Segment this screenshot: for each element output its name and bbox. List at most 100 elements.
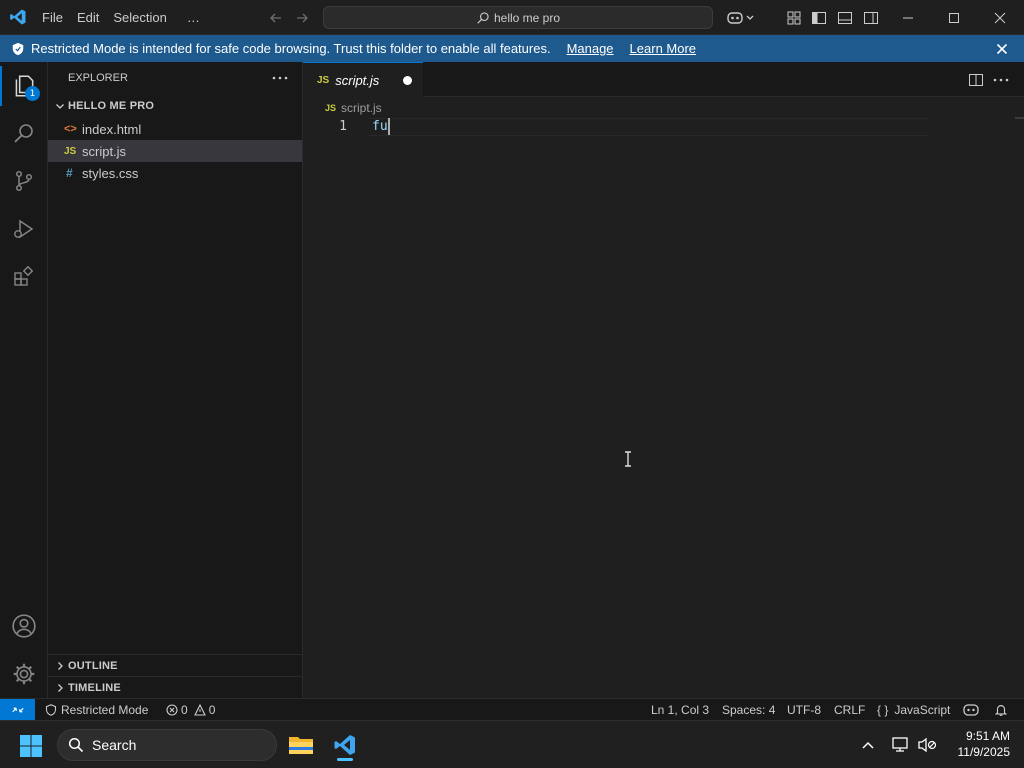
activity-explorer[interactable]: 1 (0, 62, 48, 110)
vscode-taskbar-icon[interactable] (330, 729, 360, 761)
file-name: script.js (82, 143, 127, 159)
cursor-position[interactable]: Ln 1, Col 3 (651, 699, 709, 721)
chevron-down-icon (54, 100, 66, 112)
menu-edit[interactable]: Edit (70, 0, 106, 35)
remote-icon (11, 703, 25, 717)
taskbar-search-label: Search (92, 737, 137, 753)
problems-status[interactable]: 0 0 (166, 699, 215, 721)
editor-more-actions-icon[interactable] (991, 70, 1011, 90)
breadcrumb-file: script.js (341, 101, 382, 115)
minimap-line (1015, 117, 1024, 119)
timeline-label: TIMELINE (68, 682, 121, 694)
braces-icon: { } (877, 703, 889, 717)
explorer-title: EXPLORER (68, 72, 128, 84)
error-icon (166, 704, 178, 716)
activity-extensions[interactable] (0, 253, 48, 301)
command-center-search[interactable]: hello me pro (323, 6, 713, 29)
file-name: styles.css (82, 165, 139, 181)
file-explorer-icon[interactable] (287, 731, 315, 759)
copilot-icon[interactable] (724, 7, 758, 29)
toggle-primary-sidebar-icon[interactable] (809, 8, 829, 28)
taskbar-clock[interactable]: 9:51 AM 11/9/2025 (940, 728, 1011, 760)
chevron-up-icon[interactable] (858, 735, 878, 755)
indentation-status[interactable]: Spaces: 4 (722, 699, 775, 721)
file-item-index-html[interactable]: <> index.html (48, 118, 302, 140)
search-icon (476, 11, 490, 25)
windows-taskbar: Search 9:51 AM 11/9/2025 (0, 720, 1024, 768)
mouse-ibeam-cursor-icon (621, 449, 635, 469)
active-indicator (0, 66, 2, 106)
activity-bar: 1 (0, 62, 48, 698)
banner-learn-more-link[interactable]: Learn More (630, 41, 696, 56)
js-file-icon: JS (64, 145, 77, 157)
search-icon (68, 737, 84, 753)
eol-status[interactable]: CRLF (834, 699, 865, 721)
timeline-section-header[interactable]: TIMELINE (48, 677, 302, 699)
gear-icon (11, 661, 37, 687)
explorer-badge: 1 (25, 86, 40, 101)
activity-accounts[interactable] (0, 602, 48, 650)
notifications-bell-icon[interactable] (994, 699, 1008, 721)
activity-source-control[interactable] (0, 157, 48, 205)
remote-indicator[interactable] (0, 699, 35, 721)
run-debug-icon (12, 217, 36, 241)
banner-message: Restricted Mode is intended for safe cod… (31, 41, 551, 56)
activity-run-debug[interactable] (0, 205, 48, 253)
activity-manage[interactable] (0, 650, 48, 698)
restricted-mode-status[interactable]: Restricted Mode (45, 699, 148, 721)
account-icon (11, 613, 37, 639)
restricted-mode-label: Restricted Mode (61, 703, 149, 717)
menu-more-button[interactable]: … (180, 0, 207, 35)
source-control-icon (12, 169, 36, 193)
toggle-secondary-sidebar-icon[interactable] (861, 8, 881, 28)
code-line[interactable]: fu (372, 118, 390, 136)
banner-close-icon[interactable] (993, 40, 1011, 58)
customize-layout-icon[interactable] (784, 8, 804, 28)
menu-selection[interactable]: Selection (106, 0, 173, 35)
explorer-more-actions-icon[interactable] (270, 70, 290, 86)
language-label: JavaScript (894, 703, 951, 717)
command-center-label: hello me pro (493, 10, 561, 25)
warning-icon (193, 704, 206, 716)
vscode-logo-icon (0, 0, 35, 35)
search-icon (12, 121, 36, 145)
clock-date: 11/9/2025 (957, 745, 1011, 759)
toggle-panel-icon[interactable] (835, 8, 855, 28)
file-item-styles-css[interactable]: # styles.css (48, 162, 302, 184)
outline-label: OUTLINE (68, 660, 118, 672)
menu-file[interactable]: File (35, 0, 70, 35)
back-arrow-icon[interactable] (266, 8, 286, 28)
line-number: 1 (339, 119, 347, 134)
copilot-status-icon[interactable] (962, 699, 980, 721)
banner-manage-link[interactable]: Manage (567, 41, 614, 56)
editor-tab-bar: JS script.js (303, 62, 1024, 97)
file-name: index.html (82, 121, 142, 137)
activity-search[interactable] (0, 109, 48, 157)
breadcrumb[interactable]: JS script.js (325, 100, 382, 116)
forward-arrow-icon[interactable] (292, 8, 312, 28)
folder-header[interactable]: HELLO ME PRO (48, 95, 302, 117)
explorer-sidebar: EXPLORER HELLO ME PRO <> index.html JS s… (48, 62, 303, 698)
error-count: 0 (181, 703, 188, 717)
split-editor-icon[interactable] (966, 70, 986, 90)
tab-script-js[interactable]: JS script.js (303, 62, 423, 97)
html-file-icon: <> (64, 123, 77, 135)
close-window-icon[interactable] (988, 6, 1012, 30)
editor-area[interactable]: JS script.js 1 fu (303, 97, 1024, 698)
volume-muted-icon[interactable] (916, 735, 938, 755)
encoding-status[interactable]: UTF-8 (787, 699, 821, 721)
css-file-icon: # (66, 166, 73, 180)
maximize-icon[interactable] (942, 6, 966, 30)
language-mode[interactable]: { } JavaScript (877, 699, 950, 721)
outline-section-header[interactable]: OUTLINE (48, 655, 302, 677)
windows-start-icon[interactable] (18, 733, 44, 759)
network-icon[interactable] (890, 735, 912, 755)
shield-icon (11, 42, 25, 56)
minimize-icon[interactable] (896, 6, 920, 30)
file-item-script-js[interactable]: JS script.js (48, 140, 302, 162)
taskbar-search-box[interactable]: Search (57, 729, 277, 761)
folder-name: HELLO ME PRO (68, 100, 155, 112)
code-text: fu (372, 119, 388, 134)
tab-label: script.js (335, 72, 380, 88)
unsaved-dot-icon[interactable] (403, 75, 413, 85)
